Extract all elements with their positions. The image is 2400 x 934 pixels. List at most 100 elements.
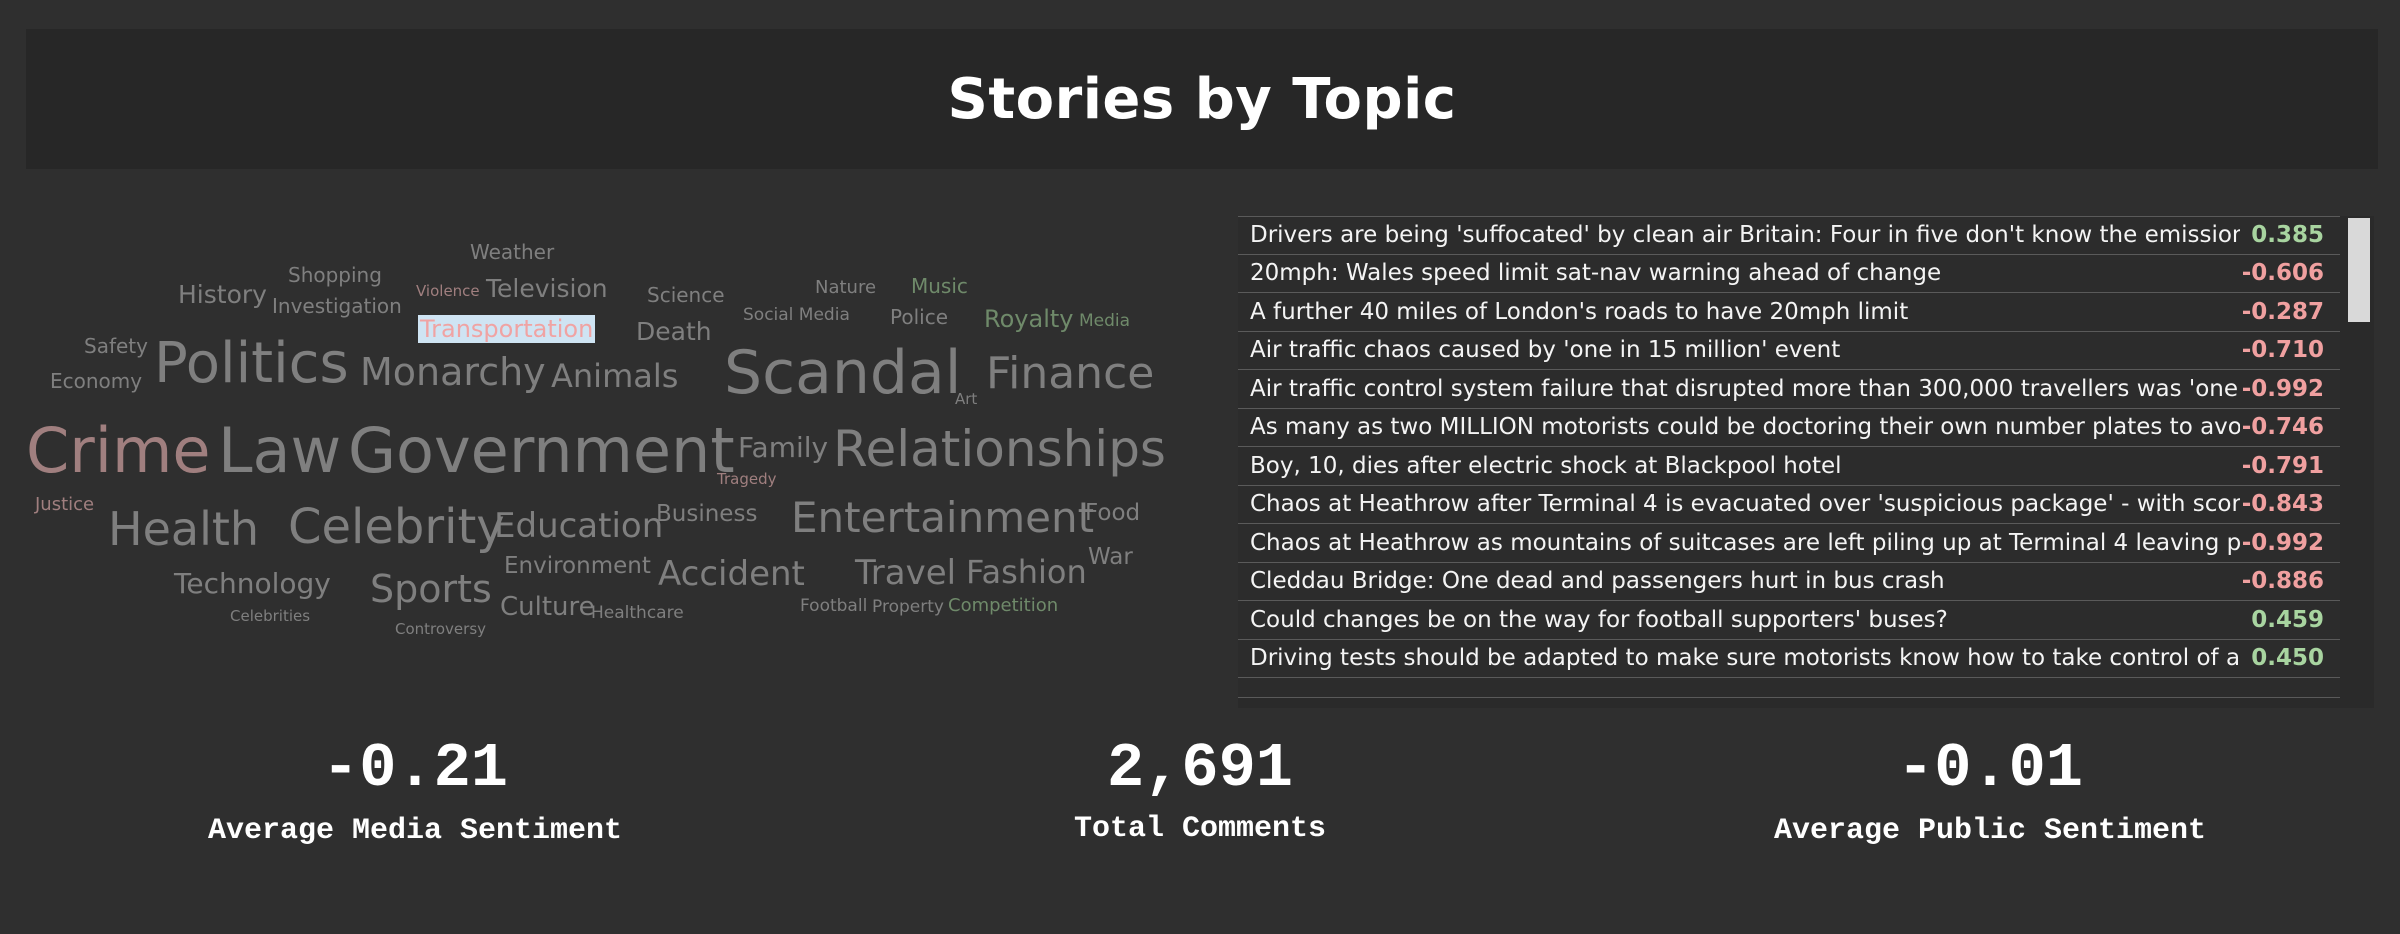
story-title: Air traffic chaos caused by 'one in 15 m… <box>1250 337 1841 364</box>
topic-word-tragedy[interactable]: Tragedy <box>717 472 776 487</box>
topic-word-relationships[interactable]: Relationships <box>833 424 1166 474</box>
topic-word-accident[interactable]: Accident <box>658 557 805 591</box>
topic-word-media[interactable]: Media <box>1079 313 1130 330</box>
topic-word-football[interactable]: Football <box>800 598 867 615</box>
story-sentiment-score: -0.746 <box>2241 414 2324 441</box>
story-row[interactable]: Could changes be on the way for football… <box>1238 601 2340 640</box>
topic-word-nature[interactable]: Nature <box>815 279 876 297</box>
topic-word-history[interactable]: History <box>178 282 267 307</box>
topic-word-animals[interactable]: Animals <box>551 360 678 392</box>
topic-word-art[interactable]: Art <box>955 392 977 407</box>
topic-word-investigation[interactable]: Investigation <box>272 296 402 316</box>
story-sentiment-score: 0.459 <box>2251 606 2324 633</box>
topic-word-travel[interactable]: Travel <box>855 556 956 590</box>
topic-word-entertainment[interactable]: Entertainment <box>791 497 1094 539</box>
topic-word-royalty[interactable]: Royalty <box>984 307 1073 331</box>
topic-word-monarchy[interactable]: Monarchy <box>360 353 546 391</box>
story-row[interactable]: Chaos at Heathrow after Terminal 4 is ev… <box>1238 485 2340 524</box>
kpi-media-sentiment: -0.21 Average Media Sentiment <box>180 733 650 849</box>
story-row[interactable]: Driving tests should be adapted to make … <box>1238 639 2340 678</box>
story-row[interactable]: Cleddau Bridge: One dead and passengers … <box>1238 562 2340 601</box>
story-row-partial[interactable] <box>1238 678 2340 698</box>
topic-word-social-media[interactable]: Social Media <box>743 307 850 324</box>
story-row[interactable]: As many as two MILLION motorists could b… <box>1238 408 2340 447</box>
scrollbar-thumb[interactable] <box>2348 218 2370 322</box>
story-sentiment-score: -0.791 <box>2241 452 2324 479</box>
story-sentiment-score: 0.385 <box>2251 222 2324 249</box>
story-sentiment-score: -0.992 <box>2241 375 2324 402</box>
public-sentiment-value: -0.01 <box>1896 733 2084 804</box>
story-row[interactable]: 20mph: Wales speed limit sat-nav warning… <box>1238 254 2340 293</box>
story-sentiment-score: -0.287 <box>2241 298 2324 325</box>
topic-word-culture[interactable]: Culture <box>500 594 595 620</box>
topic-word-violence[interactable]: Violence <box>416 284 480 299</box>
topic-word-healthcare[interactable]: Healthcare <box>591 605 684 622</box>
topic-word-death[interactable]: Death <box>636 319 712 344</box>
topic-word-competition[interactable]: Competition <box>948 597 1058 615</box>
story-title: 20mph: Wales speed limit sat-nav warning… <box>1250 260 1942 287</box>
topic-word-transportation[interactable]: Transportation <box>418 315 596 343</box>
topic-word-government[interactable]: Government <box>348 420 735 482</box>
topic-word-justice[interactable]: Justice <box>35 496 94 514</box>
topic-word-law[interactable]: Law <box>218 420 341 482</box>
story-title: Drivers are being 'suffocated' by clean … <box>1250 222 2240 249</box>
total-comments-label: Total Comments <box>1073 812 1327 846</box>
story-sentiment-score: 0.450 <box>2251 645 2324 672</box>
topic-word-war[interactable]: War <box>1088 546 1133 569</box>
story-title: Chaos at Heathrow after Terminal 4 is ev… <box>1250 491 2240 518</box>
topic-word-economy[interactable]: Economy <box>50 371 142 391</box>
media-sentiment-value: -0.21 <box>321 733 509 804</box>
story-sentiment-score: -0.843 <box>2241 491 2324 518</box>
topic-word-environment[interactable]: Environment <box>504 555 651 578</box>
topic-word-weather[interactable]: Weather <box>470 242 554 262</box>
topic-word-science[interactable]: Science <box>647 285 725 305</box>
topic-word-education[interactable]: Education <box>494 509 663 543</box>
topic-word-scandal[interactable]: Scandal <box>724 343 961 403</box>
topic-word-food[interactable]: Food <box>1085 502 1140 525</box>
story-row[interactable]: Chaos at Heathrow as mountains of suitca… <box>1238 524 2340 563</box>
story-row[interactable]: A further 40 miles of London's roads to … <box>1238 293 2340 332</box>
kpi-public-sentiment: -0.01 Average Public Sentiment <box>1740 733 2240 849</box>
topic-word-technology[interactable]: Technology <box>174 570 331 598</box>
topic-word-crime[interactable]: Crime <box>26 420 211 482</box>
topic-word-health[interactable]: Health <box>108 506 259 552</box>
story-sentiment-score: -0.710 <box>2241 337 2324 364</box>
stories-table: Drivers are being 'suffocated' by clean … <box>1238 216 2374 708</box>
topic-word-sports[interactable]: Sports <box>370 570 492 608</box>
topic-word-celebrities[interactable]: Celebrities <box>230 609 310 624</box>
story-title: Could changes be on the way for football… <box>1250 606 1948 633</box>
topic-word-television[interactable]: Television <box>486 276 608 301</box>
story-row[interactable]: Drivers are being 'suffocated' by clean … <box>1238 216 2340 255</box>
topic-word-finance[interactable]: Finance <box>986 352 1154 396</box>
topic-word-politics[interactable]: Politics <box>154 336 349 392</box>
page-title: Stories by Topic <box>947 66 1457 132</box>
topic-word-safety[interactable]: Safety <box>84 336 148 356</box>
story-title: Cleddau Bridge: One dead and passengers … <box>1250 568 1945 595</box>
stories-scrollbar[interactable] <box>2342 216 2374 708</box>
topic-word-property[interactable]: Property <box>872 599 944 616</box>
dashboard-header: Stories by Topic <box>26 29 2378 169</box>
topic-word-music[interactable]: Music <box>911 276 968 296</box>
story-title: Air traffic control system failure that … <box>1250 375 2240 402</box>
topic-word-business[interactable]: Business <box>656 503 757 526</box>
topic-word-fashion[interactable]: Fashion <box>966 556 1087 588</box>
kpi-total-comments: 2,691 Total Comments <box>1000 733 1400 847</box>
story-sentiment-score: -0.992 <box>2241 529 2324 556</box>
total-comments-value: 2,691 <box>1106 733 1294 804</box>
story-row[interactable]: Air traffic chaos caused by 'one in 15 m… <box>1238 331 2340 370</box>
story-title: Chaos at Heathrow as mountains of suitca… <box>1250 529 2240 556</box>
story-title: Boy, 10, dies after electric shock at Bl… <box>1250 452 1842 479</box>
story-row[interactable]: Boy, 10, dies after electric shock at Bl… <box>1238 447 2340 486</box>
topic-word-family[interactable]: Family <box>738 434 828 462</box>
public-sentiment-label: Average Public Sentiment <box>1773 814 2207 848</box>
media-sentiment-label: Average Media Sentiment <box>207 814 623 848</box>
stories-list: Drivers are being 'suffocated' by clean … <box>1238 216 2374 698</box>
story-title: As many as two MILLION motorists could b… <box>1250 414 2240 441</box>
topic-word-cloud: Weather Shopping History Violence Television… <box>0 210 1190 650</box>
topic-word-police[interactable]: Police <box>890 307 948 327</box>
story-row[interactable]: Air traffic control system failure that … <box>1238 370 2340 409</box>
story-sentiment-score: -0.886 <box>2241 568 2324 595</box>
topic-word-shopping[interactable]: Shopping <box>288 265 382 285</box>
topic-word-celebrity[interactable]: Celebrity <box>288 503 505 551</box>
topic-word-controversy[interactable]: Controversy <box>395 622 486 637</box>
